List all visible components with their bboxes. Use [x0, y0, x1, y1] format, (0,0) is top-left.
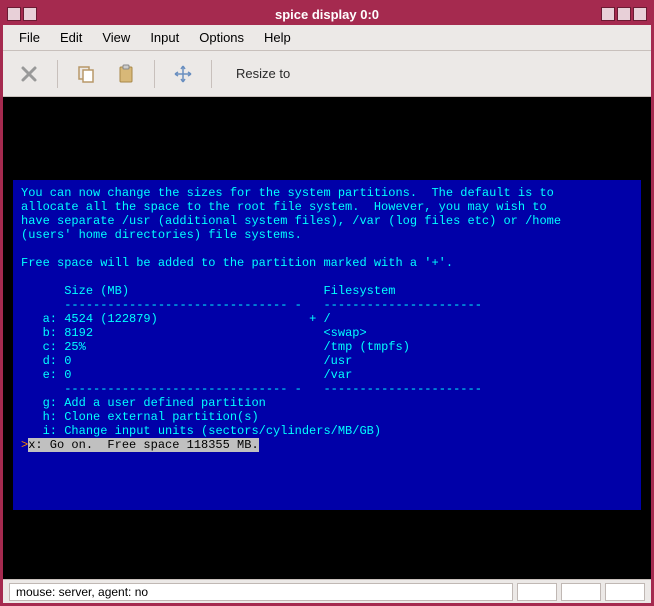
status-cell-4: [605, 583, 645, 601]
window-menu-button[interactable]: [7, 7, 21, 21]
row-b-size: 8192: [64, 326, 93, 340]
copy-icon: [76, 64, 96, 84]
menu-view[interactable]: View: [92, 28, 140, 47]
titlebar[interactable]: spice display 0:0: [3, 3, 651, 25]
status-cell-3: [561, 583, 601, 601]
console-text: Free space will be added to the partitio…: [21, 256, 453, 270]
row-a-fs: /: [323, 312, 330, 326]
statusbar: mouse: server, agent: no: [3, 579, 651, 603]
rule: ----------------------: [323, 382, 481, 396]
console-text: (users' home directories) file systems.: [21, 228, 302, 242]
row-b-letter: b:: [43, 326, 57, 340]
display-area[interactable]: You can now change the sizes for the sys…: [3, 97, 651, 579]
fullscreen-icon: [173, 64, 193, 84]
maximize-button[interactable]: [617, 7, 631, 21]
paste-button[interactable]: [110, 58, 142, 90]
status-text: mouse: server, agent: no: [9, 583, 513, 601]
row-a-letter: a:: [43, 312, 57, 326]
row-d-fs: /usr: [323, 354, 352, 368]
menu-options[interactable]: Options: [189, 28, 254, 47]
row-a-size: 4524 (122879): [64, 312, 158, 326]
status-cell-2: [517, 583, 557, 601]
rule: ----------------------: [323, 298, 481, 312]
opt-x-selected[interactable]: x: Go on. Free space 118355 MB.: [28, 438, 258, 452]
row-e-size: 0: [64, 368, 71, 382]
row-d-plus: [309, 354, 316, 368]
row-c-fs: /tmp (tmpfs): [323, 340, 409, 354]
opt-h: h: Clone external partition(s): [43, 410, 259, 424]
row-c-plus: [309, 340, 316, 354]
menu-file[interactable]: File: [9, 28, 50, 47]
row-e-plus: [309, 368, 316, 382]
close-connection-button[interactable]: [13, 58, 45, 90]
row-a-plus: +: [309, 312, 316, 326]
header-size: Size (MB): [64, 284, 129, 298]
toolbar-separator: [154, 60, 155, 88]
toolbar-separator: [57, 60, 58, 88]
fullscreen-button[interactable]: [167, 58, 199, 90]
row-d-letter: d:: [43, 354, 57, 368]
close-button[interactable]: [633, 7, 647, 21]
close-icon: [19, 64, 39, 84]
console-text: You can now change the sizes for the sys…: [21, 186, 554, 200]
row-e-letter: e:: [43, 368, 57, 382]
row-b-plus: [309, 326, 316, 340]
window-frame: spice display 0:0 File Edit View Input O…: [0, 0, 654, 606]
toolbar-separator: [211, 60, 212, 88]
menu-edit[interactable]: Edit: [50, 28, 92, 47]
menu-input[interactable]: Input: [140, 28, 189, 47]
window-title: spice display 0:0: [3, 7, 651, 22]
copy-button[interactable]: [70, 58, 102, 90]
console-screen[interactable]: You can now change the sizes for the sys…: [13, 180, 641, 510]
menubar: File Edit View Input Options Help: [3, 25, 651, 51]
header-fs: Filesystem: [323, 284, 395, 298]
row-e-fs: /var: [323, 368, 352, 382]
row-d-size: 0: [64, 354, 71, 368]
opt-i: i: Change input units (sectors/cylinders…: [43, 424, 381, 438]
row-b-fs: <swap>: [323, 326, 366, 340]
row-c-size: 25%: [64, 340, 86, 354]
paste-icon: [116, 64, 136, 84]
console-text: allocate all the space to the root file …: [21, 200, 547, 214]
console-text: have separate /usr (additional system fi…: [21, 214, 561, 228]
rule: ------------------------------- -: [64, 382, 302, 396]
window-sticky-button[interactable]: [23, 7, 37, 21]
rule: ------------------------------- -: [64, 298, 302, 312]
resize-to-label[interactable]: Resize to: [236, 66, 290, 81]
row-c-letter: c:: [43, 340, 57, 354]
menu-help[interactable]: Help: [254, 28, 301, 47]
opt-g: g: Add a user defined partition: [43, 396, 266, 410]
toolbar: Resize to: [3, 51, 651, 97]
minimize-button[interactable]: [601, 7, 615, 21]
